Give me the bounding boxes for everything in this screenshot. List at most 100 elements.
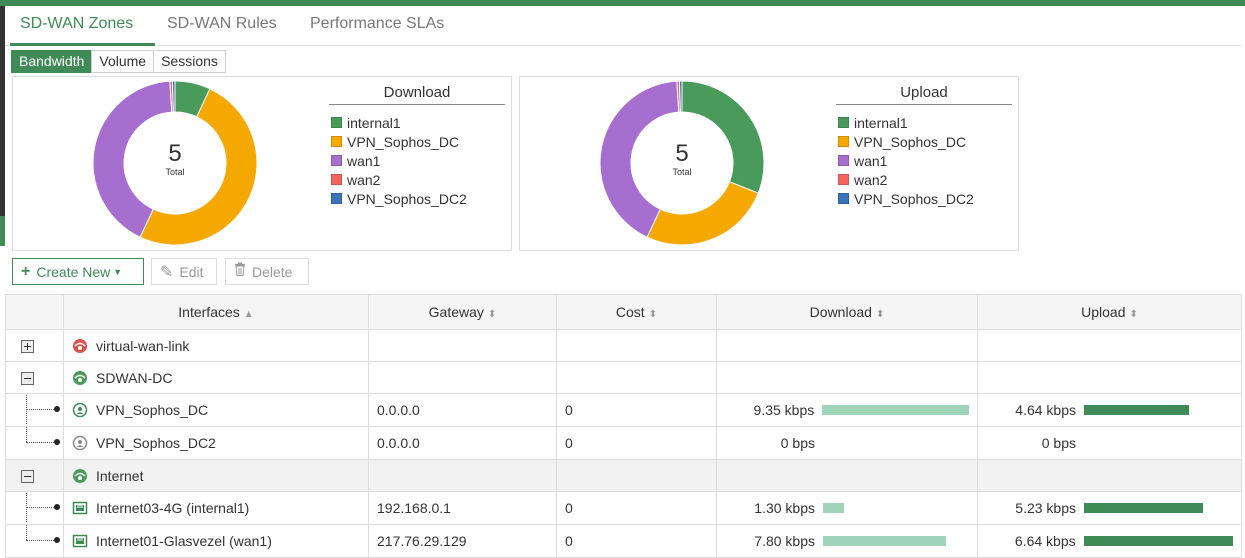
table-row[interactable]: virtual-wan-link — [5, 329, 1242, 362]
upload-value: 5.23 kbps — [1015, 500, 1076, 516]
legend-item[interactable]: VPN_Sophos_DC2 — [838, 189, 974, 208]
gateway-cell — [368, 459, 557, 492]
collapse-minus-icon[interactable] — [21, 372, 34, 386]
legend-swatch — [331, 155, 342, 166]
interface-name: VPN_Sophos_DC2 — [96, 435, 216, 451]
download-bar — [822, 405, 969, 415]
upload-cell: 5.23 kbps — [977, 491, 1242, 525]
interface-cell: VPN_Sophos_DC — [63, 393, 369, 427]
table-row[interactable]: Internet — [5, 459, 1242, 492]
download-value: 9.35 kbps — [753, 402, 815, 418]
tree-cell — [5, 524, 64, 558]
legend-item[interactable]: VPN_Sophos_DC2 — [331, 189, 467, 208]
legend-item[interactable]: wan1 — [331, 151, 467, 170]
donut-slice-VPN_Sophos_DC2[interactable] — [171, 80, 176, 113]
legend-item[interactable]: VPN_Sophos_DC — [838, 132, 974, 151]
gateway-cell: 0.0.0.0 — [368, 393, 557, 427]
interface-name: Internet01-Glasvezel (wan1) — [96, 533, 272, 549]
bandwidth-toggle[interactable]: Bandwidth — [11, 50, 93, 73]
legend-item[interactable]: wan1 — [838, 151, 974, 170]
collapse-minus-icon[interactable] — [21, 470, 34, 484]
upload-chart-panel: 5 Total Upload internal1 VPN_Sophos_DC w… — [519, 76, 1019, 251]
download-cell: 7.80 kbps — [716, 524, 978, 558]
edit-button[interactable]: ✎ Edit — [151, 258, 217, 285]
legend-swatch — [331, 117, 342, 128]
cost-cell — [556, 361, 717, 394]
legend-item[interactable]: internal1 — [838, 113, 974, 132]
interface-cell: Internet03-4G (internal1) — [63, 491, 369, 525]
legend-item[interactable]: internal1 — [331, 113, 467, 132]
physical-port-icon — [72, 533, 88, 549]
download-cell: 9.35 kbps — [716, 393, 978, 427]
caret-down-icon: ▼ — [113, 266, 123, 277]
tab-performance-slas[interactable]: Performance SLAs — [310, 15, 444, 33]
upload-bar — [1084, 503, 1203, 513]
legend-label: VPN_Sophos_DC2 — [854, 190, 974, 207]
table-row[interactable]: VPN_Sophos_DC 0.0.0.0 0 9.35 kbps 4.64 k… — [5, 393, 1242, 427]
legend-label: VPN_Sophos_DC — [347, 133, 460, 150]
interface-cell: Internet — [63, 459, 369, 492]
cost-cell — [556, 329, 717, 362]
table-row[interactable]: Internet01-Glasvezel (wan1) 217.76.29.12… — [5, 524, 1242, 558]
table-row[interactable]: Internet03-4G (internal1) 192.168.0.1 0 … — [5, 491, 1242, 525]
upload-total-label: Total — [672, 167, 692, 177]
upload-value: 0 bps — [1041, 435, 1076, 451]
physical-port-icon — [72, 500, 88, 516]
donut-slice-VPN_Sophos_DC2[interactable] — [678, 80, 683, 113]
legend-item[interactable]: wan2 — [331, 170, 467, 189]
sessions-toggle[interactable]: Sessions — [153, 50, 226, 73]
gateway-cell — [368, 361, 557, 394]
create-new-label: Create New — [36, 263, 111, 280]
volume-toggle[interactable]: Volume — [91, 50, 155, 73]
download-header-label: Download — [809, 304, 872, 320]
table-row[interactable]: VPN_Sophos_DC2 0.0.0.0 0 0 bps 0 bps — [5, 426, 1242, 460]
cost-column-header[interactable]: Cost ⬍ — [556, 294, 717, 330]
tree-connector — [14, 492, 63, 524]
upload-total-value: 5 — [675, 140, 689, 167]
tab-bar: SD-WAN Zones SD-WAN Rules Performance SL… — [5, 6, 1241, 46]
tab-sdwan-zones[interactable]: SD-WAN Zones — [20, 15, 133, 33]
interface-name: Internet03-4G (internal1) — [96, 500, 250, 516]
download-legend-title: Download — [329, 84, 505, 105]
expand-plus-icon[interactable] — [21, 340, 34, 354]
cost-cell: 0 — [556, 393, 717, 427]
legend-swatch — [838, 193, 849, 204]
legend-label: VPN_Sophos_DC — [854, 133, 967, 150]
legend-swatch — [331, 174, 342, 185]
interface-cell: virtual-wan-link — [63, 329, 369, 362]
upload-cell: 0 bps — [977, 426, 1242, 460]
delete-button[interactable]: Delete — [225, 258, 309, 285]
gateway-column-header[interactable]: Gateway ⬍ — [368, 294, 557, 330]
upload-legend-title: Upload — [836, 84, 1012, 105]
legend-item[interactable]: VPN_Sophos_DC — [331, 132, 467, 151]
donut-slice-VPN_Sophos_DC[interactable] — [646, 181, 759, 246]
legend-label: wan1 — [854, 152, 888, 169]
tree-cell — [5, 393, 64, 427]
table-row[interactable]: SDWAN-DC — [5, 361, 1242, 394]
download-bar — [823, 536, 946, 546]
upload-cell: 4.64 kbps — [977, 393, 1242, 427]
gateway-cell: 192.168.0.1 — [368, 491, 557, 525]
plus-icon: + — [21, 262, 31, 280]
sort-icon: ⬍ — [1129, 309, 1138, 320]
interface-cell: VPN_Sophos_DC2 — [63, 426, 369, 460]
interfaces-column-header[interactable]: Interfaces ▲ — [63, 294, 369, 330]
upload-column-header[interactable]: Upload ⬍ — [977, 294, 1242, 330]
legend-label: internal1 — [347, 114, 401, 131]
download-chart-panel: 5 Total Download internal1 VPN_Sophos_DC… — [12, 76, 512, 251]
cost-header-label: Cost — [615, 304, 645, 320]
cost-cell — [556, 459, 717, 492]
tree-connector — [14, 427, 63, 459]
tree-cell — [5, 459, 64, 492]
trash-icon — [234, 262, 246, 281]
sort-icon: ⬍ — [875, 309, 885, 320]
sdwan-zone-icon — [72, 370, 88, 386]
legend-label: internal1 — [854, 114, 908, 131]
download-column-header[interactable]: Download ⬍ — [716, 294, 978, 330]
legend-item[interactable]: wan2 — [838, 170, 974, 189]
cost-cell: 0 — [556, 491, 717, 525]
cost-cell: 0 — [556, 524, 717, 558]
tab-sdwan-rules[interactable]: SD-WAN Rules — [167, 15, 277, 33]
create-new-button[interactable]: + Create New ▼ — [12, 258, 144, 285]
download-cell — [716, 459, 978, 492]
